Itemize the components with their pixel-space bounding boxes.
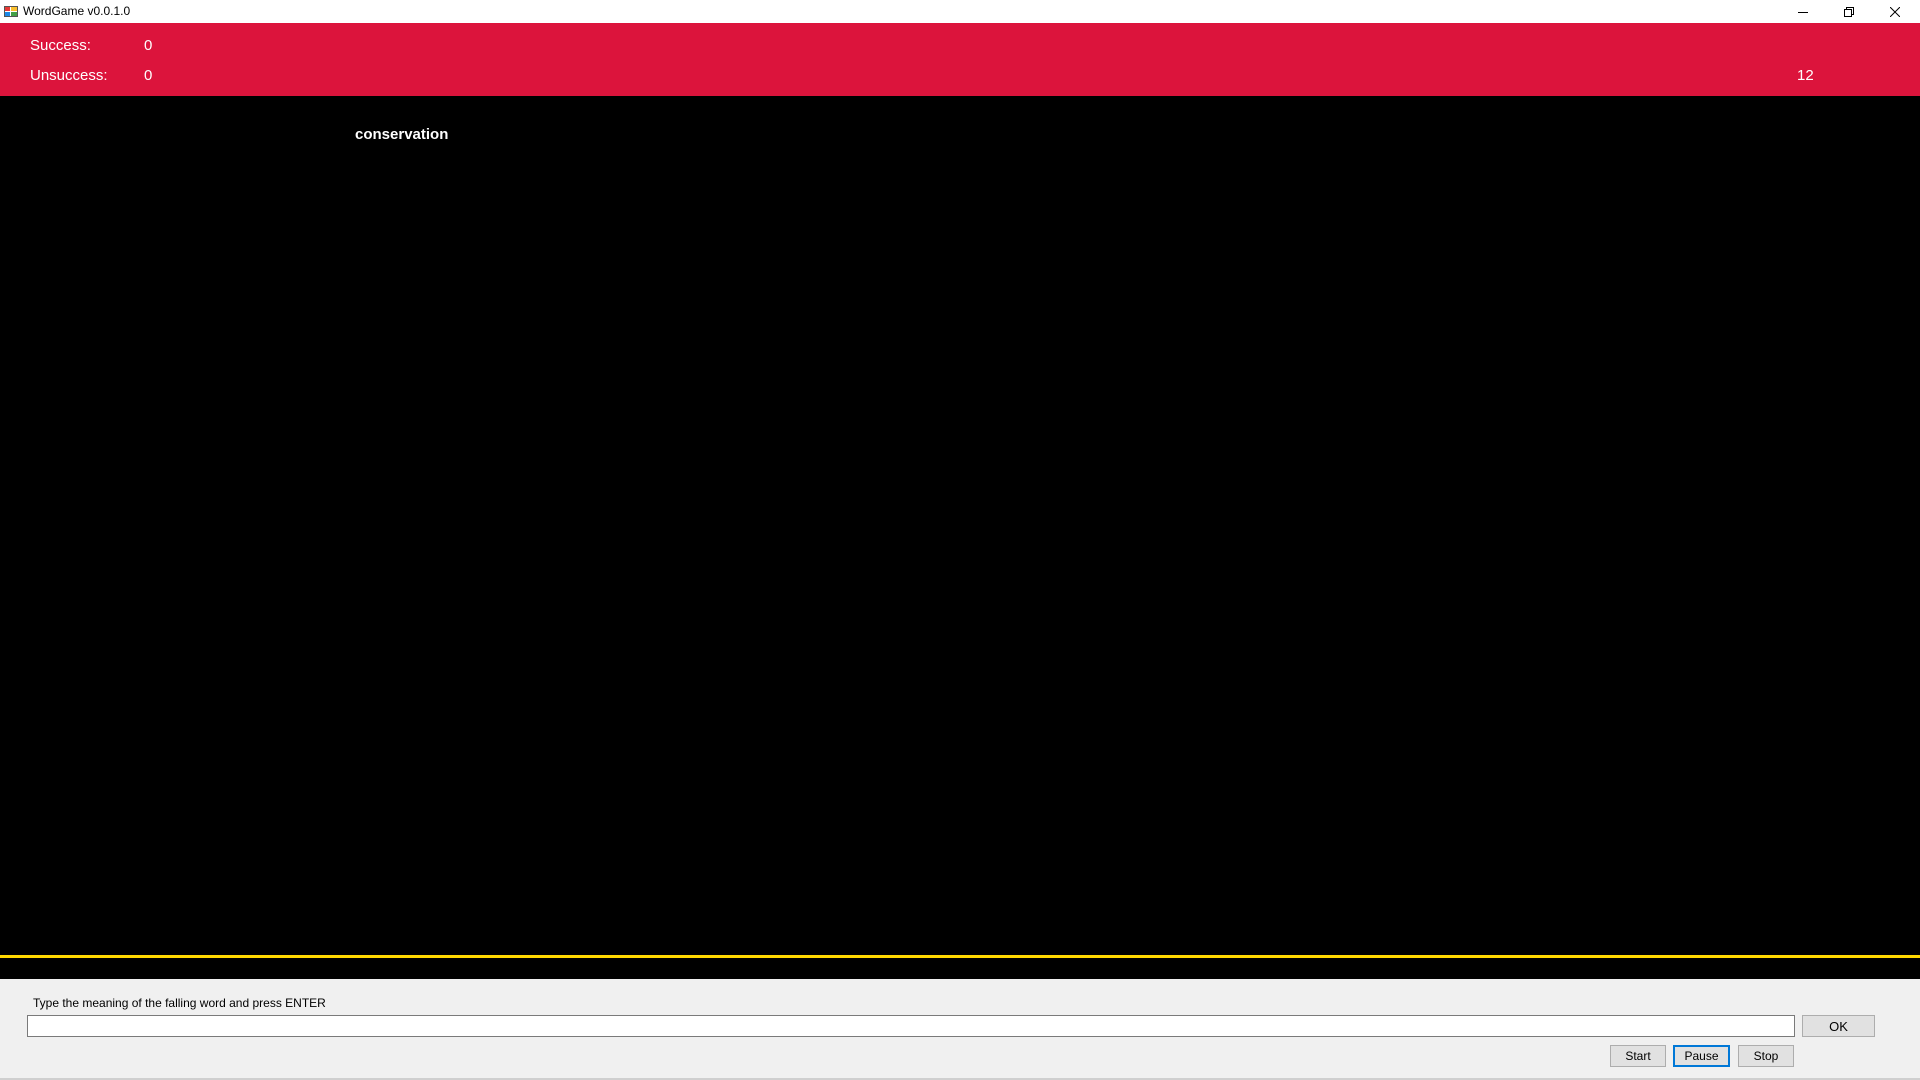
app-window: WordGame v0.0.1.0 Success: 0 Unsuccess: …: [0, 0, 1920, 1080]
score-bar: Success: 0 Unsuccess: 0 12: [0, 23, 1920, 96]
unsuccess-label: Unsuccess:: [30, 67, 108, 84]
countdown-counter: 12: [1797, 67, 1814, 84]
title-bar[interactable]: WordGame v0.0.1.0: [0, 0, 1920, 23]
restore-button[interactable]: [1826, 0, 1872, 23]
pause-button[interactable]: Pause: [1673, 1045, 1730, 1067]
close-icon: [1890, 6, 1900, 17]
falling-word: conservation: [355, 126, 449, 143]
game-area: conservation: [0, 96, 1920, 958]
minimize-button[interactable]: [1780, 0, 1826, 23]
window-title: WordGame v0.0.1.0: [23, 4, 131, 18]
game-area-bottom: [0, 958, 1920, 979]
input-panel: Type the meaning of the falling word and…: [0, 979, 1920, 1080]
start-button[interactable]: Start: [1610, 1045, 1666, 1067]
answer-input[interactable]: [27, 1015, 1795, 1037]
success-label: Success:: [30, 37, 91, 54]
unsuccess-count: 0: [144, 67, 153, 84]
restore-icon: [1844, 6, 1854, 17]
success-count: 0: [144, 37, 153, 54]
minimize-icon: [1798, 7, 1808, 17]
ok-button[interactable]: OK: [1802, 1015, 1875, 1037]
app-window-icon[interactable]: [4, 4, 18, 18]
instruction-label: Type the meaning of the falling word and…: [33, 996, 326, 1010]
close-button[interactable]: [1872, 0, 1918, 23]
stop-button[interactable]: Stop: [1738, 1045, 1794, 1067]
